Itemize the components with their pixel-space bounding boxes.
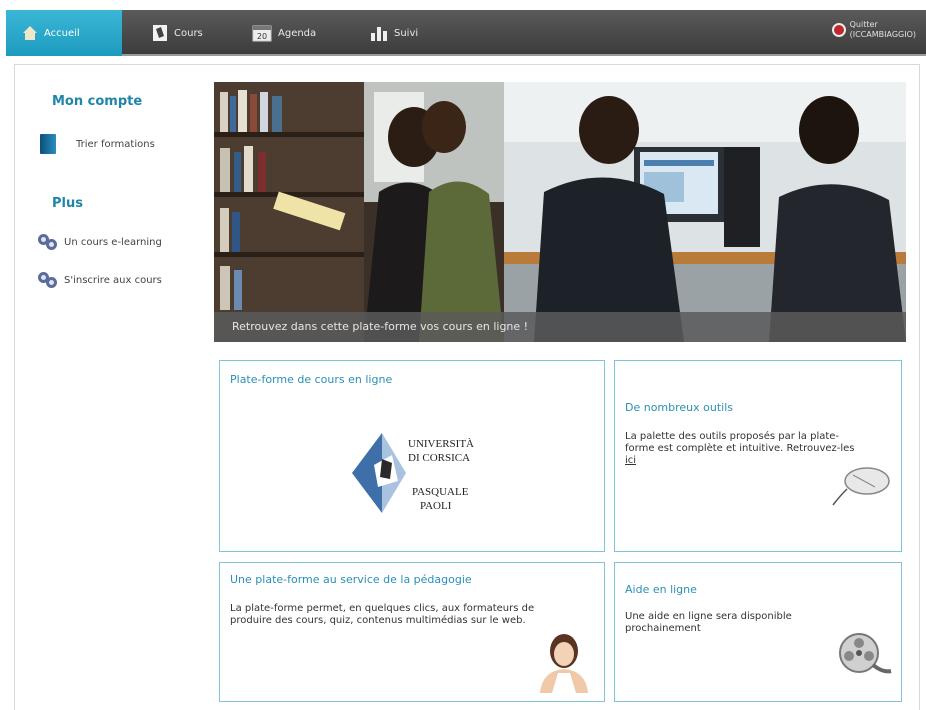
card-help-text: Une aide en ligne sera disponible procha… — [625, 611, 792, 634]
elearning-course-label: Un cours e-learning — [64, 236, 162, 248]
nav-tab-cours[interactable]: Cours — [152, 10, 203, 56]
card-help-title: Aide en ligne — [625, 583, 697, 596]
nav-tab-label: Cours — [174, 27, 203, 39]
book-icon — [40, 134, 56, 154]
account-heading: Mon compte — [52, 94, 143, 109]
elearning-course-link[interactable]: Un cours e-learning — [38, 234, 162, 250]
chart-icon — [371, 27, 387, 41]
card-pedagogy: Une plate-forme au service de la pédagog… — [219, 562, 605, 702]
enroll-courses-link[interactable]: S'inscrire aux cours — [38, 272, 162, 288]
nav-tab-label: Accueil — [44, 27, 80, 39]
svg-text:PAOLI: PAOLI — [420, 500, 452, 512]
svg-text:20: 20 — [257, 32, 267, 41]
tools-link[interactable]: ici — [625, 455, 636, 466]
nav-tab-agenda[interactable]: 20 Agenda — [252, 10, 316, 56]
more-heading: Plus — [52, 196, 83, 211]
banner-photo — [214, 82, 906, 342]
card-platform: Plate-forme de cours en ligne UNIVERSITÀ… — [219, 360, 605, 552]
link-icon — [38, 272, 58, 288]
film-reel-icon — [839, 633, 892, 674]
university-logo: UNIVERSITÀ DI CORSICA PASQUALE PAOLI — [352, 433, 474, 513]
enroll-courses-label: S'inscrire aux cours — [64, 274, 162, 286]
card-tools-text: La palette des outils proposés par la pl… — [625, 431, 855, 466]
svg-text:DI CORSICA: DI CORSICA — [408, 452, 470, 464]
nav-tab-label: Suivi — [394, 27, 419, 39]
power-icon — [831, 23, 846, 37]
mouse-icon — [832, 467, 890, 506]
nav-tab-suivi[interactable]: Suivi — [370, 10, 418, 56]
link-icon — [38, 234, 58, 250]
svg-text:PASQUALE: PASQUALE — [412, 486, 469, 498]
person-icon — [540, 634, 588, 693]
card-tools: De nombreux outils La palette des outils… — [614, 360, 902, 552]
sort-courses-label: Trier formations — [76, 138, 155, 150]
username: (ICCAMBIAGGIO) — [849, 30, 916, 39]
card-tools-title: De nombreux outils — [625, 401, 734, 414]
card-pedagogy-title: Une plate-forme au service de la pédagog… — [230, 573, 472, 586]
banner-caption: Retrouvez dans cette plate-forme vos cou… — [214, 312, 906, 342]
card-pedagogy-text: La plate-forme permet, en quelques clics… — [230, 603, 535, 626]
sort-courses-link[interactable]: Trier formations — [40, 134, 155, 154]
card-platform-title: Plate-forme de cours en ligne — [230, 373, 393, 386]
svg-text:UNIVERSITÀ: UNIVERSITÀ — [408, 438, 474, 450]
banner-image: Retrouvez dans cette plate-forme vos cou… — [214, 82, 906, 342]
nav-tab-accueil[interactable]: Accueil — [6, 10, 122, 56]
top-navigation: Accueil Cours 20 Agenda Suivi Quitter (I… — [6, 10, 926, 56]
card-help: Aide en ligne Une aide en ligne sera dis… — [614, 562, 902, 702]
calendar-icon: 20 — [252, 25, 272, 42]
nav-tab-label: Agenda — [278, 27, 317, 39]
logout-button[interactable]: Quitter (ICCAMBIAGGIO) — [831, 20, 916, 40]
courses-icon — [153, 25, 167, 41]
home-icon — [23, 26, 37, 40]
logout-label: Quitter — [849, 20, 878, 29]
